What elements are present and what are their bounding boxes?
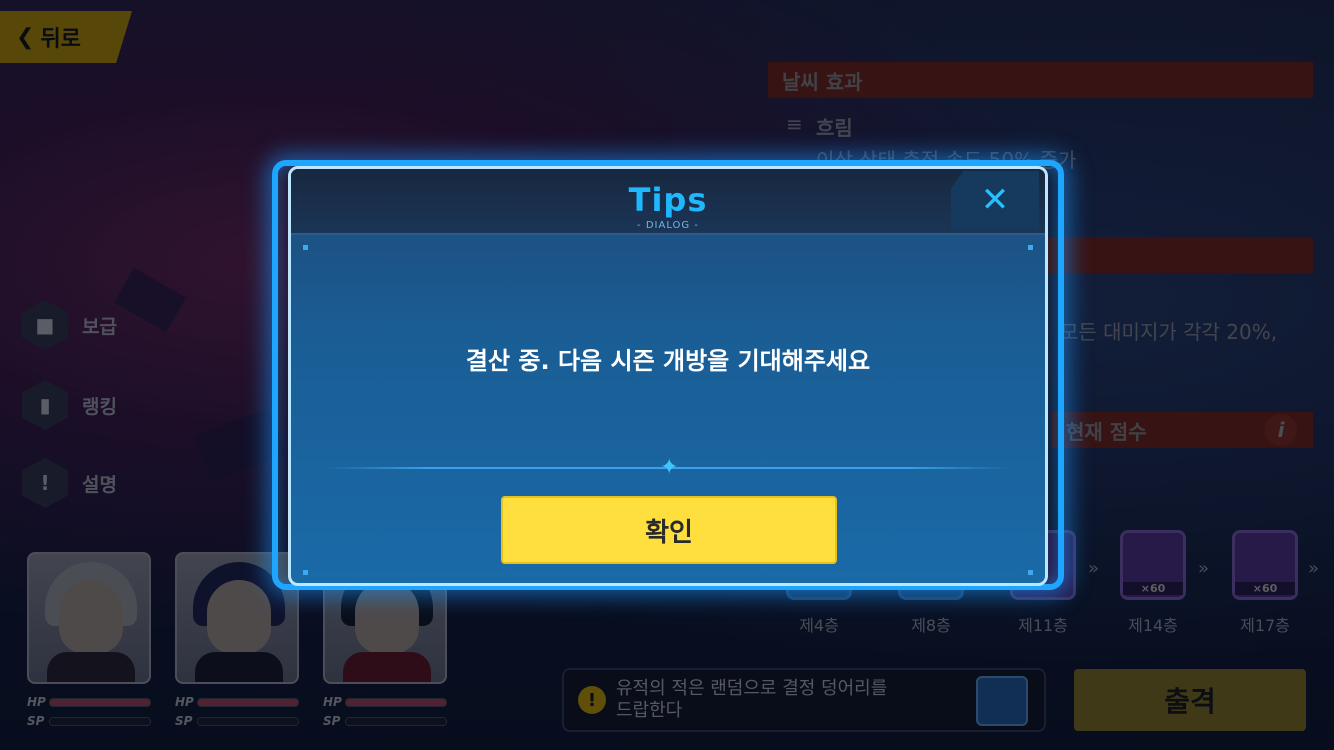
confirm-button[interactable]: 확인: [501, 496, 837, 564]
close-button[interactable]: ✕: [951, 171, 1039, 229]
corner-dot: [1028, 245, 1033, 250]
dialog-subtitle: - DIALOG -: [637, 220, 699, 231]
corner-dot: [1028, 570, 1033, 575]
dialog-title: Tips: [628, 181, 708, 219]
close-icon: ✕: [980, 180, 1010, 220]
tips-dialog: Tips - DIALOG - ✕ 결산 중. 다음 시즌 개방을 기대해주세요…: [288, 166, 1048, 586]
dialog-header: Tips - DIALOG - ✕: [291, 169, 1045, 235]
game-screen: ❮ 뒤로 ■ 보급 ▮ 랭킹 ! 설명 HP SP HP SP HP SP 날씨…: [0, 0, 1334, 750]
corner-dot: [303, 245, 308, 250]
sparkle-icon: ✦: [660, 455, 679, 480]
corner-dot: [303, 570, 308, 575]
dialog-message: 결산 중. 다음 시즌 개방을 기대해주세요: [465, 347, 871, 375]
